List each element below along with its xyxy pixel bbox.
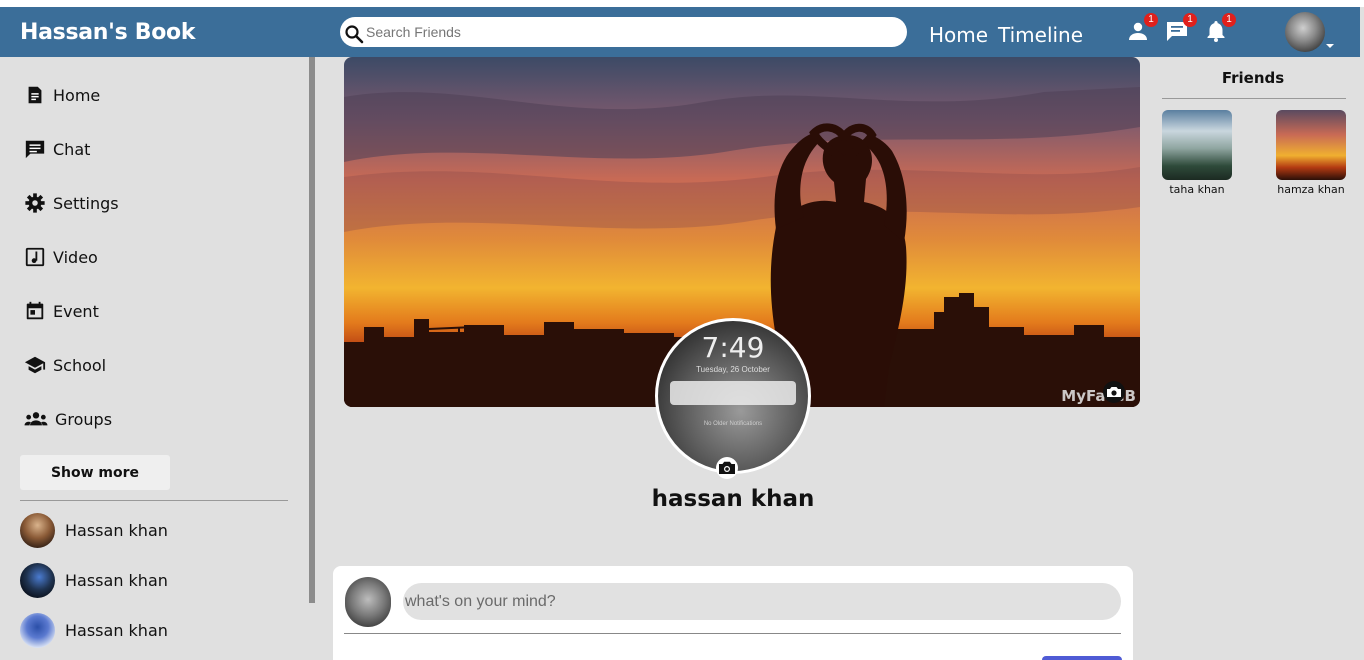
sidebar-item-label: School bbox=[53, 355, 107, 375]
friend-card[interactable]: taha khan bbox=[1157, 110, 1237, 196]
notifications-button[interactable]: 1 bbox=[1204, 13, 1236, 43]
camera-icon bbox=[716, 457, 738, 479]
profile-name: hassan khan bbox=[651, 486, 815, 512]
avatar bbox=[20, 612, 55, 648]
search-bar[interactable] bbox=[340, 17, 907, 47]
friend-thumbnail bbox=[1162, 110, 1232, 180]
notifications-badge: 1 bbox=[1222, 13, 1236, 27]
cover-camera-button[interactable] bbox=[1102, 381, 1126, 403]
brand-logo[interactable]: Hassan's Book bbox=[20, 20, 195, 45]
chevron-down-icon[interactable] bbox=[1326, 44, 1334, 48]
sidebar-divider bbox=[20, 500, 288, 501]
contact-name: Hassan khan bbox=[65, 620, 168, 640]
sidebar-item-groups[interactable]: Groups bbox=[24, 407, 112, 431]
sidebar-item-settings[interactable]: Settings bbox=[24, 191, 119, 215]
gear-icon bbox=[25, 193, 45, 213]
search-icon bbox=[345, 25, 364, 44]
friend-card[interactable]: hamza khan bbox=[1271, 110, 1351, 196]
sidebar-scrollbar[interactable] bbox=[309, 57, 315, 603]
calendar-icon bbox=[26, 301, 44, 320]
camera-icon bbox=[1103, 381, 1125, 403]
friend-name: hamza khan bbox=[1277, 183, 1345, 196]
sidebar-item-label: Event bbox=[53, 301, 99, 321]
contact-item[interactable]: Hassan khan bbox=[20, 512, 168, 548]
avatar bbox=[20, 512, 55, 548]
sidebar-item-home[interactable]: Home bbox=[24, 83, 100, 107]
friend-thumbnail bbox=[1276, 110, 1346, 180]
lockscreen-notification bbox=[670, 381, 796, 405]
contact-item[interactable]: Hassan khan bbox=[20, 562, 168, 598]
nav-home-link[interactable]: Home bbox=[929, 23, 988, 47]
search-input[interactable] bbox=[366, 21, 896, 43]
friend-requests-badge: 1 bbox=[1144, 13, 1158, 27]
contact-item[interactable]: Hassan khan bbox=[20, 612, 168, 648]
create-post-box bbox=[333, 566, 1133, 660]
sidebar-item-school[interactable]: School bbox=[24, 353, 106, 377]
friends-title: Friends bbox=[1221, 69, 1285, 87]
sidebar-item-label: Video bbox=[53, 247, 98, 267]
sidebar-item-video[interactable]: Video bbox=[24, 245, 98, 269]
post-button[interactable] bbox=[1042, 656, 1122, 660]
sidebar-item-label: Settings bbox=[53, 193, 119, 213]
show-more-button[interactable]: Show more bbox=[20, 455, 170, 490]
sidebar-item-chat[interactable]: Chat bbox=[24, 137, 90, 161]
post-input[interactable] bbox=[403, 583, 1121, 620]
avatar bbox=[345, 577, 391, 627]
friends-divider bbox=[1162, 98, 1346, 99]
sidebar-item-event[interactable]: Event bbox=[24, 299, 99, 323]
contact-name: Hassan khan bbox=[65, 520, 168, 540]
post-divider bbox=[344, 633, 1121, 634]
lockscreen-date: Tuesday, 26 October bbox=[696, 365, 770, 374]
lockscreen-time: 7:49 bbox=[701, 331, 765, 364]
groups-icon bbox=[24, 412, 48, 426]
left-sidebar: Home Chat Settings Video Event School Gr… bbox=[0, 57, 316, 660]
profile-camera-button[interactable] bbox=[715, 457, 739, 479]
sidebar-item-label: Groups bbox=[55, 409, 113, 429]
contact-name: Hassan khan bbox=[65, 570, 168, 590]
messages-button[interactable]: 1 bbox=[1165, 13, 1197, 43]
chat-icon bbox=[25, 140, 45, 159]
sidebar-item-label: Chat bbox=[53, 139, 91, 159]
lockscreen-no-older: No Older Notifications bbox=[703, 421, 763, 427]
friend-requests-button[interactable]: 1 bbox=[1126, 13, 1158, 43]
school-icon bbox=[24, 356, 46, 374]
account-avatar[interactable] bbox=[1285, 12, 1325, 52]
profile-picture[interactable]: 7:49 Tuesday, 26 October No Older Notifi… bbox=[655, 318, 811, 474]
nav-timeline-link[interactable]: Timeline bbox=[998, 23, 1083, 47]
friend-name: taha khan bbox=[1169, 183, 1225, 196]
messages-badge: 1 bbox=[1183, 13, 1197, 27]
sidebar-item-label: Home bbox=[53, 85, 101, 105]
document-icon bbox=[28, 86, 42, 104]
top-strip bbox=[0, 0, 1364, 7]
music-note-icon bbox=[25, 247, 45, 267]
avatar bbox=[20, 562, 55, 598]
navbar: Hassan's Book Home Timeline 1 1 1 bbox=[0, 7, 1360, 57]
